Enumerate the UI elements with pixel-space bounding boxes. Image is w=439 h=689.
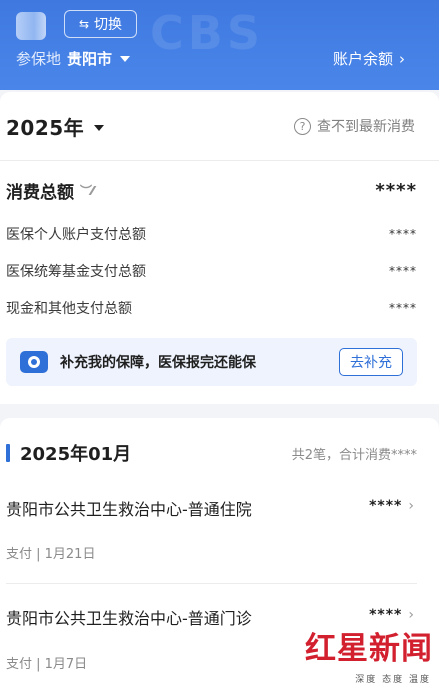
section-bar xyxy=(6,444,10,462)
insured-location-selector[interactable]: 参保地 贵阳市 xyxy=(16,48,131,69)
no-latest-label: 查不到最新消费 xyxy=(317,119,415,135)
pooled-fund-row: 医保统筹基金支付总额 **** xyxy=(6,261,417,281)
record-amount-value: **** xyxy=(369,607,403,623)
account-balance-link[interactable]: 账户余额 › xyxy=(333,48,405,69)
divider xyxy=(6,583,417,584)
record-name[interactable]: 贵阳市公共卫生救治中心-普通住院 xyxy=(6,496,252,520)
record-amount[interactable]: **** › xyxy=(369,607,415,623)
total-spending-row: 消费总额 ︶⁄⁄ **** xyxy=(6,178,417,203)
row-label: 医保个人账户支付总额 xyxy=(6,227,146,243)
avatar[interactable] xyxy=(16,12,46,40)
red-star-news-logo: 红星新闻 深度 态度 温度 xyxy=(305,623,433,685)
logo-tagline: 深度 态度 温度 xyxy=(355,675,431,685)
row-value: **** xyxy=(389,264,417,278)
supplement-banner[interactable]: 补充我的保障，医保报完还能保 去补充 xyxy=(6,338,417,386)
summary-card: 2025年 ? 查不到最新消费 消费总额 ︶⁄⁄ **** 医保个人账户支付总额… xyxy=(0,92,439,404)
total-spending-title: 消费总额 xyxy=(6,183,74,203)
location-label: 参保地 xyxy=(16,50,62,68)
banner-text: 补充我的保障，医保报完还能保 xyxy=(60,355,256,371)
account-balance-label: 账户余额 xyxy=(332,50,393,68)
chevron-right-icon: › xyxy=(408,498,415,514)
record-meta: 支付 | 1月21日 xyxy=(6,547,96,562)
caret-down-icon xyxy=(120,55,131,62)
swap-icon: ⇆ xyxy=(78,17,90,31)
chevron-right-icon: › xyxy=(408,607,415,623)
supplement-button[interactable]: 去补充 xyxy=(339,348,403,376)
eye-closed-icon[interactable]: ︶⁄⁄ xyxy=(80,182,94,199)
row-value: **** xyxy=(389,227,417,241)
record-name[interactable]: 贵阳市公共卫生救治中心-普通门诊 xyxy=(6,605,252,629)
record-amount-value: **** xyxy=(369,498,403,514)
personal-account-row: 医保个人账户支付总额 **** xyxy=(6,224,417,244)
header-watermark: CBS xyxy=(150,6,264,60)
cash-other-row: 现金和其他支付总额 **** xyxy=(6,298,417,318)
year-label: 2025年 xyxy=(6,116,85,140)
month-header: 2025年01月 共2笔，合计消费**** xyxy=(6,440,417,466)
total-spending-value: **** xyxy=(375,180,417,201)
help-icon: ? xyxy=(294,117,311,135)
caret-down-icon xyxy=(94,124,105,131)
location-city: 贵阳市 xyxy=(67,50,113,68)
row-label: 现金和其他支付总额 xyxy=(6,301,132,317)
chevron-right-icon: › xyxy=(399,49,405,68)
row-value: **** xyxy=(389,301,417,315)
switch-button-label: 切换 xyxy=(94,17,123,33)
no-latest-link[interactable]: ? 查不到最新消费 xyxy=(294,116,415,136)
record-meta: 支付 | 1月7日 xyxy=(6,657,88,672)
app-header: CBS ⇆ 切换 参保地 贵阳市 账户余额 › xyxy=(0,0,439,90)
row-label: 医保统筹基金支付总额 xyxy=(6,264,146,280)
divider xyxy=(0,160,439,161)
month-summary: 共2笔，合计消费**** xyxy=(291,447,417,463)
record-amount[interactable]: **** › xyxy=(369,498,415,514)
year-selector[interactable]: 2025年 xyxy=(6,112,105,141)
month-title: 2025年01月 xyxy=(20,444,132,465)
switch-button[interactable]: ⇆ 切换 xyxy=(64,10,137,38)
logo-text: 红星新闻 xyxy=(305,631,433,667)
insurance-icon xyxy=(20,351,48,373)
